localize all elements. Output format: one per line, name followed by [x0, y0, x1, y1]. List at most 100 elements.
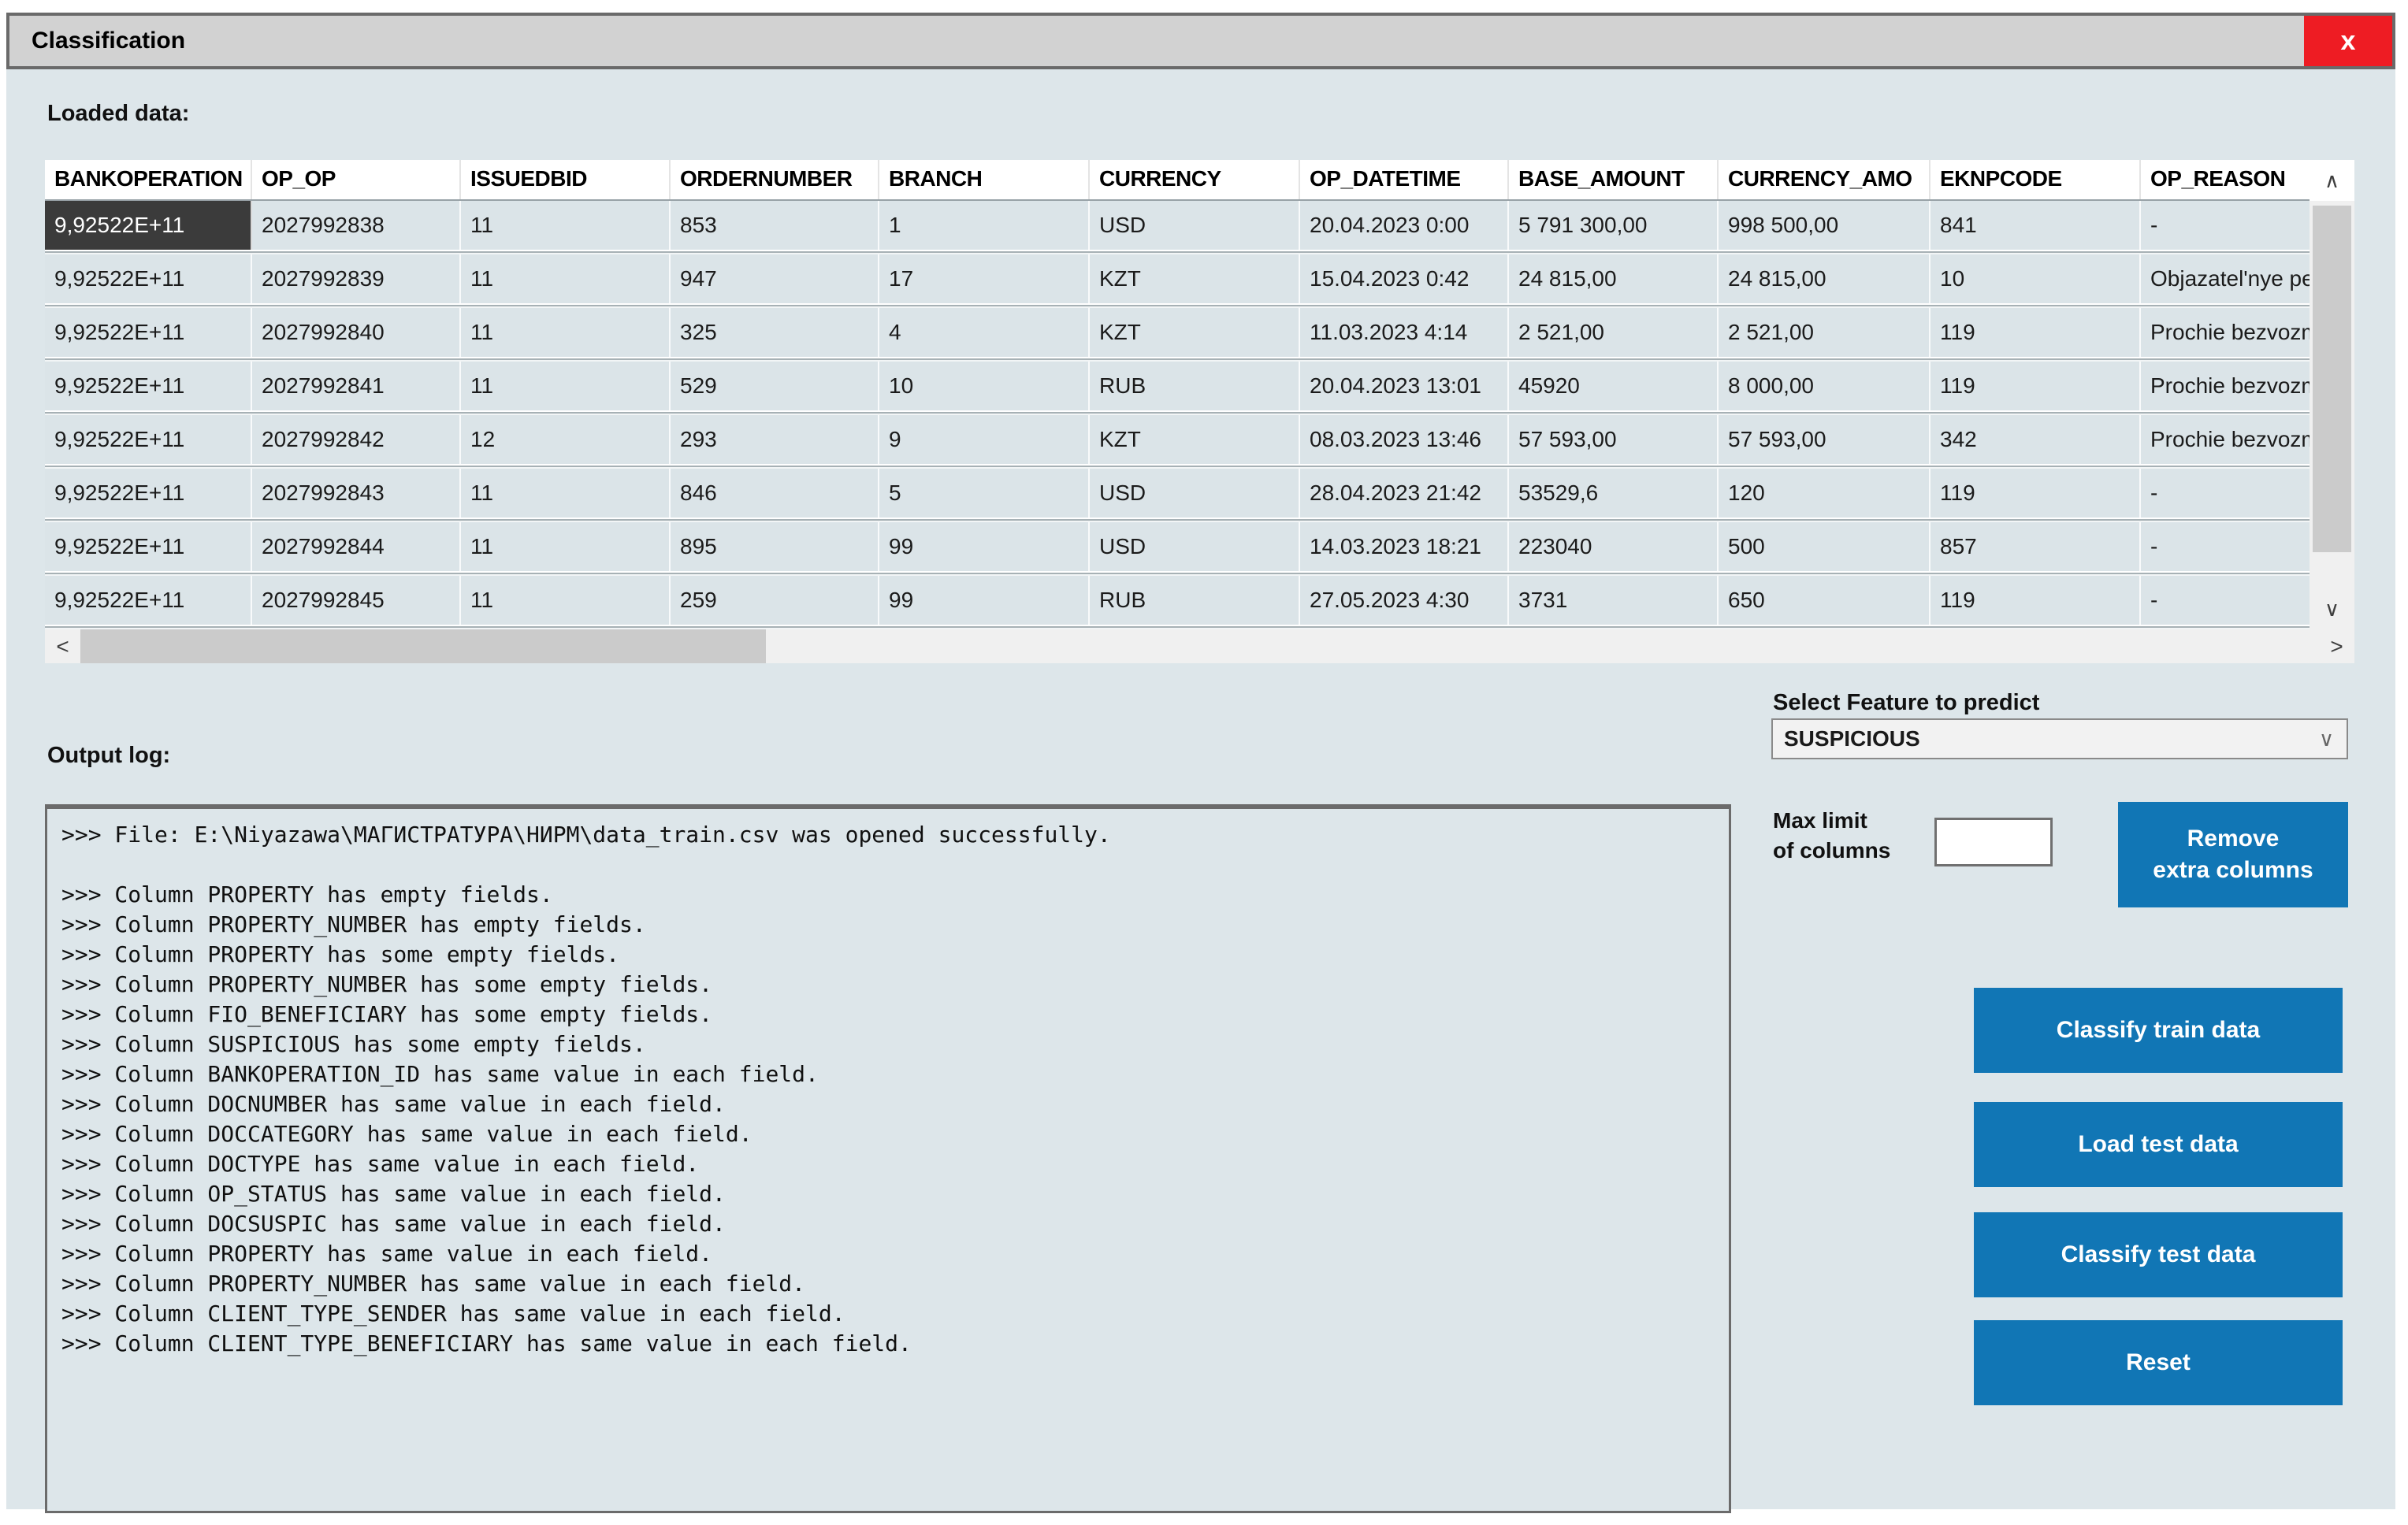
cell[interactable]: 9,92522E+11 — [45, 362, 252, 415]
scroll-up-button[interactable]: ∧ — [2310, 160, 2354, 201]
cell[interactable]: 57 593,00 — [1719, 415, 1930, 469]
cell[interactable]: 2027992842 — [252, 415, 461, 469]
column-header-bankoperation[interactable]: BANKOPERATION — [45, 160, 252, 199]
cell[interactable]: 8 000,00 — [1719, 362, 1930, 415]
cell[interactable]: 998 500,00 — [1719, 201, 1930, 254]
vscroll-thumb[interactable] — [2313, 206, 2351, 552]
column-header-op-op[interactable]: OP_OP — [252, 160, 461, 199]
column-header-currency[interactable]: CURRENCY — [1090, 160, 1300, 199]
table-row[interactable]: 9,92522E+11 2027992839 11 947 17 KZT 15.04.202… — [45, 254, 2310, 308]
cell[interactable]: 28.04.2023 21:42 — [1300, 469, 1509, 522]
cell[interactable]: 1 — [879, 201, 1090, 254]
cell[interactable]: 947 — [671, 254, 879, 308]
column-header-issuedbid[interactable]: ISSUEDBID — [461, 160, 671, 199]
cell[interactable]: 2027992845 — [252, 576, 461, 629]
load-test-data-button[interactable]: Load test data — [1974, 1102, 2343, 1187]
cell[interactable]: KZT — [1090, 308, 1300, 362]
table-row[interactable]: 9,92522E+11 2027992843 11 846 5 USD 28.04.2023… — [45, 469, 2310, 522]
cell[interactable]: - — [2141, 469, 2310, 522]
cell[interactable]: 9,92522E+11 — [45, 254, 252, 308]
cell[interactable]: 119 — [1930, 576, 2141, 629]
reset-button[interactable]: Reset — [1974, 1320, 2343, 1405]
cell[interactable]: 24 815,00 — [1719, 254, 1930, 308]
cell[interactable]: 4 — [879, 308, 1090, 362]
table-row[interactable]: 9,92522E+11 2027992845 11 259 99 RUB 27.05.202… — [45, 576, 2310, 629]
cell[interactable]: 11 — [461, 576, 671, 629]
table-row[interactable]: 9,92522E+11 2027992840 11 325 4 KZT 11.03.2023… — [45, 308, 2310, 362]
cell[interactable]: USD — [1090, 469, 1300, 522]
cell[interactable]: 9,92522E+11 — [45, 576, 252, 629]
scroll-left-button[interactable]: < — [45, 629, 80, 663]
cell[interactable]: 2027992839 — [252, 254, 461, 308]
vertical-scrollbar[interactable]: ∧ ∨ — [2310, 160, 2354, 629]
cell[interactable]: 2 521,00 — [1719, 308, 1930, 362]
cell[interactable]: 11 — [461, 469, 671, 522]
column-header-ordernumber[interactable]: ORDERNUMBER — [671, 160, 879, 199]
cell[interactable]: 325 — [671, 308, 879, 362]
cell[interactable]: 2027992841 — [252, 362, 461, 415]
cell[interactable]: 20.04.2023 13:01 — [1300, 362, 1509, 415]
cell[interactable]: 342 — [1930, 415, 2141, 469]
cell[interactable]: - — [2141, 576, 2310, 629]
cell[interactable]: Prochie bezvozm — [2141, 415, 2310, 469]
cell[interactable]: RUB — [1090, 576, 1300, 629]
cell[interactable]: 846 — [671, 469, 879, 522]
cell[interactable]: 2027992844 — [252, 522, 461, 576]
max-limit-input[interactable] — [1934, 818, 2053, 866]
cell[interactable]: 5 — [879, 469, 1090, 522]
cell[interactable]: 293 — [671, 415, 879, 469]
table-row[interactable]: 9,92522E+11 2027992844 11 895 99 USD 14.03.202… — [45, 522, 2310, 576]
titlebar[interactable]: Classification x — [6, 13, 2395, 69]
cell[interactable]: 119 — [1930, 362, 2141, 415]
cell[interactable]: 08.03.2023 13:46 — [1300, 415, 1509, 469]
cell[interactable]: 9,92522E+11 — [45, 469, 252, 522]
cell[interactable]: 9,92522E+11 — [45, 308, 252, 362]
cell[interactable]: - — [2141, 522, 2310, 576]
scroll-down-button[interactable]: ∨ — [2310, 588, 2354, 629]
cell[interactable]: 53529,6 — [1509, 469, 1719, 522]
cell[interactable]: 20.04.2023 0:00 — [1300, 201, 1509, 254]
output-log[interactable]: >>> File: E:\Niyazawa\МАГИСТРАТУРА\НИРМ\… — [45, 804, 1731, 1513]
cell[interactable]: 650 — [1719, 576, 1930, 629]
column-header-branch[interactable]: BRANCH — [879, 160, 1090, 199]
cell[interactable]: 3731 — [1509, 576, 1719, 629]
cell[interactable]: 11 — [461, 254, 671, 308]
cell[interactable]: 10 — [879, 362, 1090, 415]
cell[interactable]: 11 — [461, 201, 671, 254]
cell[interactable]: 5 791 300,00 — [1509, 201, 1719, 254]
cell[interactable]: 2027992838 — [252, 201, 461, 254]
cell[interactable]: USD — [1090, 522, 1300, 576]
classify-test-data-button[interactable]: Classify test data — [1974, 1212, 2343, 1297]
close-button[interactable]: x — [2304, 16, 2392, 66]
cell[interactable]: 2027992843 — [252, 469, 461, 522]
cell[interactable]: KZT — [1090, 415, 1300, 469]
hscroll-thumb[interactable] — [80, 629, 766, 663]
cell[interactable]: 24 815,00 — [1509, 254, 1719, 308]
cell[interactable]: 15.04.2023 0:42 — [1300, 254, 1509, 308]
table-row[interactable]: 9,92522E+11 2027992842 12 293 9 KZT 08.03.2023… — [45, 415, 2310, 469]
cell[interactable]: 27.05.2023 4:30 — [1300, 576, 1509, 629]
cell[interactable]: 259 — [671, 576, 879, 629]
feature-select-dropdown[interactable]: SUSPICIOUS ∨ — [1771, 718, 2348, 759]
cell[interactable]: 857 — [1930, 522, 2141, 576]
column-header-op-reason[interactable]: OP_REASON — [2141, 160, 2310, 199]
cell[interactable]: 119 — [1930, 469, 2141, 522]
table-row[interactable]: 9,92522E+11 2027992841 11 529 10 RUB 20.04.202… — [45, 362, 2310, 415]
cell[interactable]: 17 — [879, 254, 1090, 308]
data-grid[interactable]: BANKOPERATION OP_OP ISSUEDBID ORDERNUMBER BR… — [45, 160, 2354, 629]
cell[interactable]: 9,92522E+11 — [45, 415, 252, 469]
cell[interactable]: 2027992840 — [252, 308, 461, 362]
classify-train-data-button[interactable]: Classify train data — [1974, 988, 2343, 1073]
cell[interactable]: 223040 — [1509, 522, 1719, 576]
vscroll-track[interactable] — [2310, 201, 2354, 588]
column-header-currency-amo[interactable]: CURRENCY_AMO — [1719, 160, 1930, 199]
cell[interactable]: 9,92522E+11 — [45, 201, 252, 254]
cell[interactable]: 11 — [461, 522, 671, 576]
cell[interactable]: 10 — [1930, 254, 2141, 308]
cell[interactable]: 853 — [671, 201, 879, 254]
cell[interactable]: 14.03.2023 18:21 — [1300, 522, 1509, 576]
cell[interactable]: 11 — [461, 308, 671, 362]
column-header-op-datetime[interactable]: OP_DATETIME — [1300, 160, 1509, 199]
cell[interactable]: KZT — [1090, 254, 1300, 308]
cell[interactable]: 99 — [879, 522, 1090, 576]
